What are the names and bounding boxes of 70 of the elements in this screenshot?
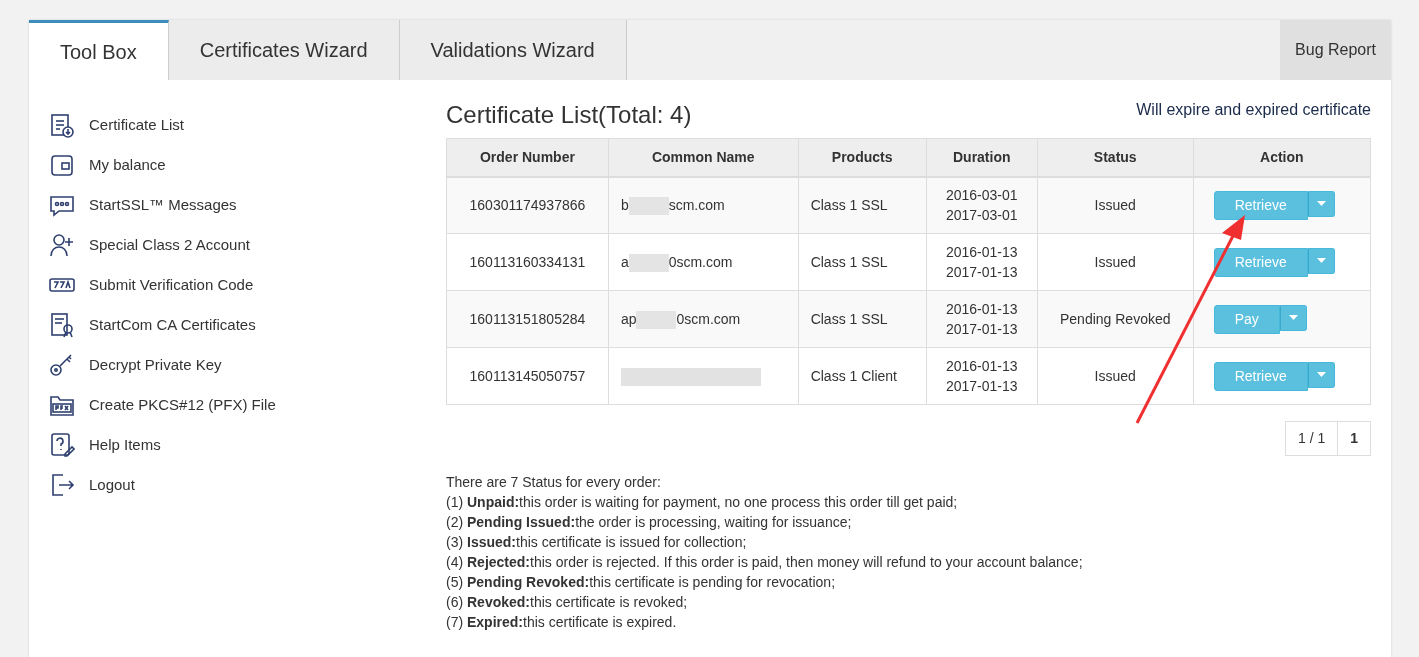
domain-text: 0scm.com [668,253,733,270]
duration-cell: 2016-03-01 2017-03-01 [926,176,1038,234]
status-cell: Issued [1037,176,1194,234]
column-header: Status [1037,138,1194,177]
domain-text: a [620,253,629,270]
sidebar-item[interactable]: Special Class 2 Account [49,225,409,265]
column-header: Duration [926,138,1038,177]
column-header: Products [798,138,927,177]
dropdown-toggle-button[interactable] [1307,361,1335,388]
status-cell: Issued [1037,347,1194,405]
bug-report-button[interactable]: Bug Report [1280,20,1391,80]
status-note: (1) Unpaid:this order is waiting for payment, no one process this order till get paid; [446,493,959,512]
sidebar-item[interactable]: Logout [49,465,409,505]
status-note: (5) Pending Revoked:this certificate is pending for revocation; [446,573,837,592]
dropdown-toggle-button[interactable] [1307,247,1335,274]
page-link[interactable]: 1 [1338,421,1371,456]
product-cell: Class 1 Client [798,347,927,405]
expiring-certificates-link[interactable]: Will expire and expired certificate [1136,98,1371,122]
sidebar-item[interactable]: Certificate List [49,105,409,145]
product-cell: Class 1 SSL [798,233,927,291]
logout-icon [49,472,75,498]
caret-icon [1316,258,1326,263]
duration-cell: 2016-01-13 2017-01-13 [926,347,1038,405]
status-note: (4) Rejected:this order is rejected. If this order is paid, then money will refund to your account balance; [446,553,1084,572]
dropdown-toggle-button[interactable] [1307,190,1335,217]
sidebar-item[interactable]: Help Items [49,425,409,465]
sidebar-item[interactable]: Decrypt Private Key [49,345,409,385]
sidebar-item[interactable]: StartSSL™ Messages [49,185,409,225]
status-note: There are 7 Status for every order: [446,473,662,492]
tab[interactable]: Tool Box [29,20,169,80]
status-cell: Issued [1037,233,1194,291]
key-icon [49,352,75,378]
certificate-icon [49,312,75,338]
status-note: (6) Revoked:this certificate is revoked; [446,593,689,612]
duration-cell: 2016-01-13 2017-01-13 [926,290,1038,348]
status-note: (2) Pending Issued:the order is processing, waiting for issuance; [446,513,853,532]
tab[interactable]: Validations Wizard [399,20,627,80]
status-note: (7) Expired:this certificate is expired. [446,613,678,632]
dropdown-toggle-button[interactable] [1279,304,1307,331]
domain-text: ap [620,310,637,327]
caret-icon [1316,201,1326,207]
wallet-icon [49,152,75,178]
caret-icon [1316,372,1326,377]
domain-text: b [620,196,629,213]
domain-text: scm.com [668,196,725,213]
status-cell: Pending Revoked [1037,290,1194,348]
domain-text: 0scm.com [676,310,741,327]
sidebar-item[interactable]: Submit Verification Code [49,265,409,305]
caret-icon [1288,315,1298,320]
order-number-cell: 160113145050757 [446,347,609,405]
order-number-cell: 160113151805284 [446,290,609,348]
sidebar-item[interactable]: My balance [49,145,409,185]
user-plus-icon [49,232,75,258]
column-header: Action [1193,138,1371,177]
status-note: (3) Issued:this certificate is issued for collection; [446,533,748,552]
order-number-cell: 160301174937866 [446,176,609,234]
page-title: Certificate List(Total: 4) [446,101,692,130]
product-cell: Class 1 SSL [798,290,927,348]
tab[interactable]: Certificates Wizard [168,20,400,80]
column-header: Order Number [446,138,609,177]
sidebar-item[interactable]: StartCom CA Certificates [49,305,409,345]
column-header: Common Name [608,138,799,177]
redaction-blur [628,253,669,272]
product-cell: Class 1 SSL [798,176,927,234]
help-icon [49,432,75,458]
document-icon [49,112,75,138]
sidebar-item[interactable]: Create PKCS#12 (PFX) File [49,385,409,425]
duration-cell: 2016-01-13 2017-01-13 [926,233,1038,291]
order-number-cell: 160113160334131 [446,233,609,291]
page-info: 1 / 1 [1284,421,1339,456]
